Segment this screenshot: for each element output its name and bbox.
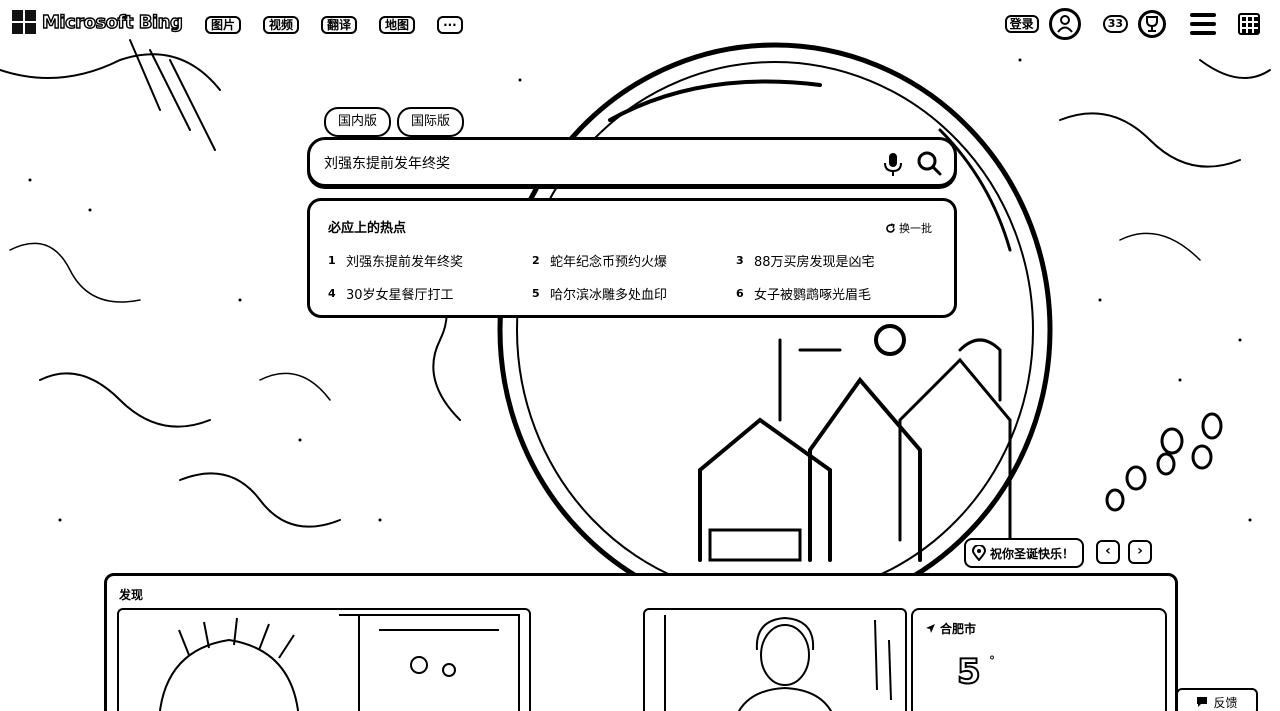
trending-item[interactable]: 4 30岁女星餐厅打工 [328,284,532,303]
nav-translate[interactable]: 翻译 [321,16,358,34]
trending-item[interactable]: 1 刘强东提前发年终奖 [328,251,532,270]
trending-rank: 1 [328,254,336,267]
feedback-label: 反馈 [1213,695,1238,710]
brand-name: Microsoft Bing [41,11,183,33]
trending-text: 30岁女星餐厅打工 [346,288,454,303]
news-card[interactable] [643,608,907,711]
trending-text: 蛇年纪念币预约火爆 [550,255,668,270]
header-tools: 登录 33 [1004,8,1260,40]
temperature-unit: ° [989,654,995,668]
trending-rank: 5 [532,287,540,300]
trending-item[interactable]: 2 蛇年纪念币预约火爆 [532,251,736,270]
trending-text: 88万买房发现是凶宅 [754,255,875,270]
location-pin-icon [972,545,986,561]
feedback-icon [1197,697,1208,707]
caption-text: 祝你圣诞快乐！ [990,546,1075,561]
refresh-button[interactable]: 换一批 [885,220,932,236]
main-nav: 图片 视频 翻译 地图 ··· [205,16,485,34]
next-image-button[interactable]: › [1128,540,1152,564]
nav-videos[interactable]: 视频 [263,16,300,34]
tab-domestic[interactable]: 国内版 [324,107,392,137]
apps-grid-icon[interactable] [1238,13,1260,35]
nav-images[interactable]: 图片 [205,16,242,34]
nav-maps[interactable]: 地图 [379,16,416,34]
trending-item[interactable]: 5 哈尔滨冰雕多处血印 [532,284,736,303]
temperature: 5 [956,651,982,693]
news-card-image [664,615,892,711]
image-caption[interactable]: 祝你圣诞快乐！ [964,538,1084,568]
trending-panel: 必应上的热点 换一批 1 刘强东提前发年终奖 2 蛇年纪念币预约火爆 3 88万买房发… [307,198,957,318]
feedback-button[interactable]: 反馈 [1176,688,1258,711]
trending-text: 女子被鹦鹉啄光眉毛 [754,288,872,303]
hamburger-icon[interactable] [1190,13,1216,35]
discover-title: 发现 [119,588,144,602]
microphone-icon[interactable] [882,151,904,177]
trending-item[interactable]: 6 女子被鹦鹉啄光眉毛 [736,284,940,303]
trending-list: 1 刘强东提前发年终奖 2 蛇年纪念币预约火爆 3 88万买房发现是凶宅 4 30岁女星… [328,251,948,303]
prev-image-button[interactable]: ‹ [1096,540,1120,564]
trending-text: 哈尔滨冰雕多处血印 [550,288,668,303]
search-icon[interactable] [916,150,942,176]
search-box [307,137,957,187]
city-name: 合肥市 [940,622,977,636]
trending-item[interactable]: 3 88万买房发现是凶宅 [736,251,940,270]
image-carousel-controls: ‹ › [1096,540,1152,564]
trending-rank: 2 [532,254,540,267]
trending-title: 必应上的热点 [328,221,407,236]
trending-text: 刘强东提前发年终奖 [346,255,464,270]
top-bar: Microsoft Bing 图片 视频 翻译 地图 ··· 登录 33 [0,0,1280,52]
refresh-icon [886,222,895,233]
user-icon[interactable] [1048,8,1081,40]
discover-feed: 发现 合肥市 5 ° [104,573,1178,711]
weather-city: 合肥市 [925,620,976,637]
trending-rank: 4 [328,287,336,300]
search-input[interactable] [324,152,864,174]
windows-logo-icon [12,10,36,34]
location-arrow-icon [926,624,935,633]
rewards-points[interactable]: 33 [1102,15,1128,33]
nav-more[interactable]: ··· [437,16,463,34]
trending-rank: 3 [736,254,744,267]
news-card-image [158,614,520,711]
news-card[interactable] [117,608,531,711]
refresh-label: 换一批 [899,222,932,235]
rewards-trophy-icon[interactable] [1138,10,1166,38]
trending-rank: 6 [736,287,744,300]
login-link[interactable]: 登录 [1004,15,1039,33]
region-tabs: 国内版 国际版 [324,107,465,137]
bing-logo[interactable]: Microsoft Bing [12,10,184,34]
tab-international[interactable]: 国际版 [397,107,465,137]
weather-card[interactable]: 合肥市 5 ° [911,608,1167,711]
